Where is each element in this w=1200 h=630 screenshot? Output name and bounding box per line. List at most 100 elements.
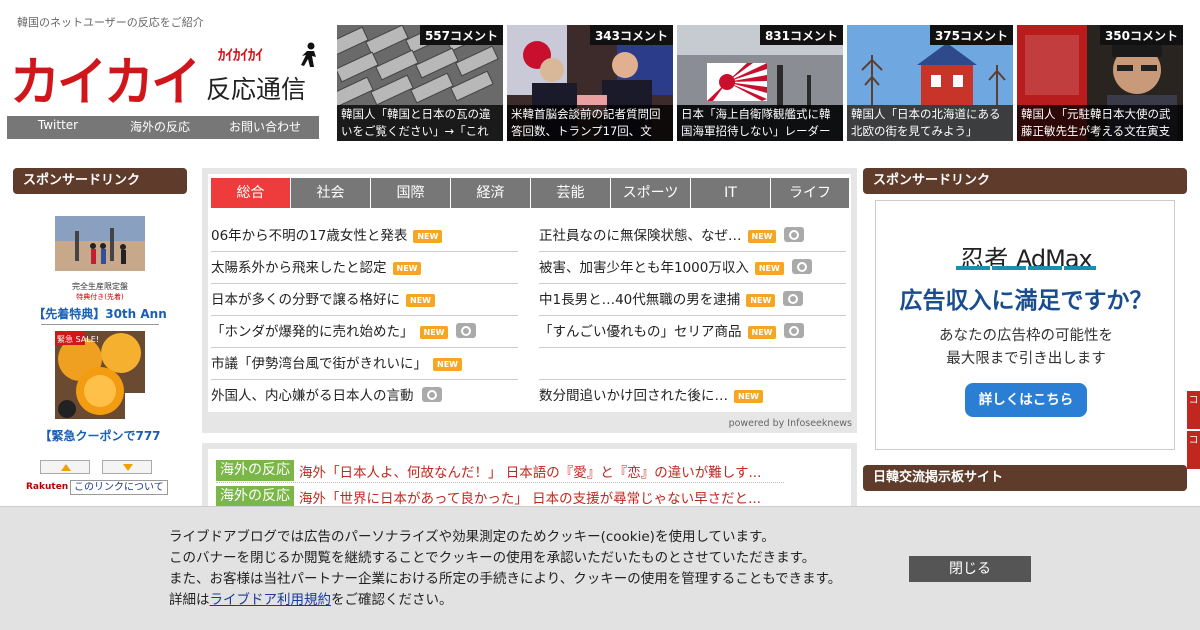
news-row[interactable]: 市議「伊勢湾台風で街がきれいに」 NEW [211,348,518,380]
news-headline[interactable]: 正社員なのに無保険状態、なぜ… [539,228,742,244]
cookie-line-4-post: をご確認ください。 [331,592,453,608]
left-sponsor-heading: スポンサードリンク [13,168,187,194]
kaigai-link[interactable]: 海外「日本人よ、何故なんだ！」 日本語の『愛』と『恋』の違いが難しす... [299,461,761,481]
ninja-admax-banner[interactable]: 忍者 AdMax 広告収入に満足ですか？ あなたの広告枠の可能性を 最大限まで引… [875,200,1175,450]
nav-twitter[interactable]: Twitter [7,116,109,139]
site-logo[interactable]: カイカイ ｶｲｶｲｶｲ 反応通信 [10,40,320,113]
header-nav: Twitter 海外の反応 お問い合わせ [7,116,319,139]
news-headline[interactable]: 外国人、内心嫌がる日本人の言動 [211,388,414,404]
new-badge: NEW [419,326,449,339]
comment-count: 375コメント [929,25,1013,45]
about-link-button[interactable]: このリンクについて [70,480,168,495]
news-row[interactable]: 正社員なのに無保険状態、なぜ… NEW [539,220,846,252]
news-headline[interactable]: 「ホンダが爆発的に売れ始めた」 [211,324,414,340]
new-badge: NEW [734,390,763,403]
thumb-article-2[interactable]: 343コメント 米韓首脳会談前の記者質問回答回数、トランプ17回、文 [507,25,673,141]
left-ad-item-1[interactable]: 完全生産限定盤 特典付き(先着) 【先着特典】30th Ann [13,216,187,325]
news-list-right: 正社員なのに無保険状態、なぜ… NEW 被害、加害少年とも年1000万収入 NEW 中1… [539,220,846,412]
scroll-up-button[interactable] [40,460,90,474]
left-ad-item-2[interactable]: 緊急 SALE! 【緊急クーポンで777 [13,331,187,444]
right-sponsor-heading: スポンサードリンク [863,168,1187,194]
news-headline[interactable]: 日本が多くの分野で譲る格好に [211,292,400,308]
tab-international[interactable]: 国際 [371,178,451,208]
thumb-article-1[interactable]: 557コメント 韓国人「韓国と日本の瓦の違いをご覧ください」→「これ [337,25,503,141]
kaigai-item[interactable]: 海外の反応 海外「日本人よ、何故なんだ！」 日本語の『愛』と『恋』の違いが難しす… [216,459,784,483]
cookie-line-2: このバナーを閉じるか閲覧を継続することでクッキーの使用を承認いただいたものとさせ… [169,550,816,566]
thumb-caption: 韓国人「元駐韓日本大使の武藤正敏先生が考える文在寅支 [1017,105,1183,141]
banner-headline: 広告収入に満足ですか？ [899,288,1153,314]
news-headline[interactable]: 中1長男と…40代無職の男を逮捕 [539,292,740,308]
cookie-close-button[interactable]: 閉じる [909,556,1031,582]
comment-count: 831コメント [759,25,843,45]
news-headline[interactable]: 太陽系外から飛来したと認定 [211,260,387,276]
tab-it[interactable]: IT [691,178,771,208]
tab-entertainment[interactable]: 芸能 [531,178,611,208]
news-row[interactable]: 外国人、内心嫌がる日本人の言動 [211,380,518,412]
side-tab-2[interactable]: コ [1187,431,1200,469]
new-badge: NEW [433,358,462,371]
thumb-caption: 日本「海上自衛隊観艦式に韓国海軍招待しない」レーダー [677,105,843,141]
new-badge: NEW [747,230,777,243]
thumb-article-4[interactable]: 375コメント 韓国人「日本の北海道にある北欧の街を見てみよう」 [847,25,1013,141]
news-row[interactable]: 日本が多くの分野で譲る格好に NEW [211,284,518,316]
side-tab-1[interactable]: コ [1187,391,1200,429]
logo-main-text: カイカイ [10,51,201,113]
news-row[interactable]: 太陽系外から飛来したと認定 NEW [211,252,518,284]
cookie-text: ライブドアブログでは広告のパーソナライズや効果測定のためクッキー(cookie)… [169,527,841,611]
news-headline[interactable]: 被害、加害少年とも年1000万収入 [539,260,749,276]
cookie-line-4: 詳細はライブドア利用規約をご確認ください。 [169,590,841,611]
nav-kaigai[interactable]: 海外の反応 [109,116,211,139]
news-list-left: 06年から不明の17歳女性と発表 NEW 太陽系外から飛来したと認定 NEW 日本が多く… [211,220,518,412]
news-row[interactable]: 06年から不明の17歳女性と発表 NEW [211,220,518,252]
rakuten-logo: Rakuten [26,482,69,492]
news-row[interactable]: 被害、加害少年とも年1000万収入 NEW [539,252,846,284]
kaigai-link[interactable]: 海外「世界に日本があって良かった」 日本の支援が尋常じゃない早さだと... [299,487,761,507]
scroll-down-button[interactable] [102,460,152,474]
news-headline[interactable]: 06年から不明の17歳女性と発表 [211,228,407,244]
thumb-article-5[interactable]: 350コメント 韓国人「元駐韓日本大使の武藤正敏先生が考える文在寅支 [1017,25,1183,141]
news-headline[interactable]: 数分間追いかけ回された後に… [539,388,728,404]
news-row[interactable]: 「すんごい優れもの」セリア商品 NEW [539,316,846,348]
cookie-line-3: また、お客様は当社パートナー企業における所定の手続きにより、クッキーの使用を管理… [169,571,842,587]
sale-label: 緊急 SALE! [57,334,99,344]
thumb-caption: 米韓首脳会談前の記者質問回答回数、トランプ17回、文 [507,105,673,141]
new-badge: NEW [754,262,784,275]
logo-underline [956,266,1096,270]
thumb-caption: 韓国人「韓国と日本の瓦の違いをご覧ください」→「これ [337,105,503,141]
comment-count: 350コメント [1099,25,1183,45]
new-badge: NEW [747,326,777,339]
thumb-article-3[interactable]: 831コメント 日本「海上自衛隊観艦式に韓国海軍招待しない」レーダー [677,25,843,141]
news-row[interactable]: 「ホンダが爆発的に売れ始めた」 NEW [211,316,518,348]
tab-general[interactable]: 総合 [211,178,291,208]
camera-icon [784,323,805,338]
tab-economy[interactable]: 経済 [451,178,531,208]
news-headline[interactable]: 「すんごい優れもの」セリア商品 [539,324,742,340]
ad-link-2[interactable]: 【緊急クーポンで777 [13,427,187,444]
logo-kana-text: ｶｲｶｲｶｲ [218,46,264,64]
oranges-image: 緊急 SALE! [55,331,145,419]
nav-contact[interactable]: お問い合わせ [211,116,319,139]
camera-icon [784,227,805,242]
news-tabs: 総合 社会 国際 経済 芸能 スポーツ IT ライフ [211,178,849,208]
thumb-caption: 韓国人「日本の北海道にある北欧の街を見てみよう」 [847,105,1013,141]
tab-sports[interactable]: スポーツ [611,178,691,208]
banner-copy-line1: あなたの広告枠の可能性を [939,328,1113,344]
right-sponsor-box: スポンサードリンク 忍者 AdMax 広告収入に満足ですか？ あなたの広告枠の可… [863,168,1187,450]
news-row[interactable]: 数分間追いかけ回された後に… NEW [539,380,846,412]
cookie-line-4-pre: 詳細は [169,592,210,608]
news-row [539,348,846,380]
ad-link-1[interactable]: 【先着特典】30th Ann [13,305,187,322]
details-button[interactable]: 詳しくはこちら [965,383,1087,417]
terms-link[interactable]: ライブドア利用規約 [210,592,332,608]
new-badge: NEW [746,294,776,307]
powered-by-text: powered by Infoseeknews [728,418,852,429]
tab-life[interactable]: ライフ [771,178,849,208]
cookie-line-1: ライブドアブログでは広告のパーソナライズや効果測定のためクッキー(cookie)… [169,529,775,545]
kaigai-tag: 海外の反応 [216,460,294,481]
camera-icon [783,291,804,306]
news-headline[interactable]: 市議「伊勢湾台風で街がきれいに」 [211,356,427,372]
site-tagline: 韓国のネットユーザーの反応をご紹介 [17,16,204,29]
ad-note: 完全生産限定盤 [72,282,128,291]
tab-society[interactable]: 社会 [291,178,371,208]
news-row[interactable]: 中1長男と…40代無職の男を逮捕 NEW [539,284,846,316]
